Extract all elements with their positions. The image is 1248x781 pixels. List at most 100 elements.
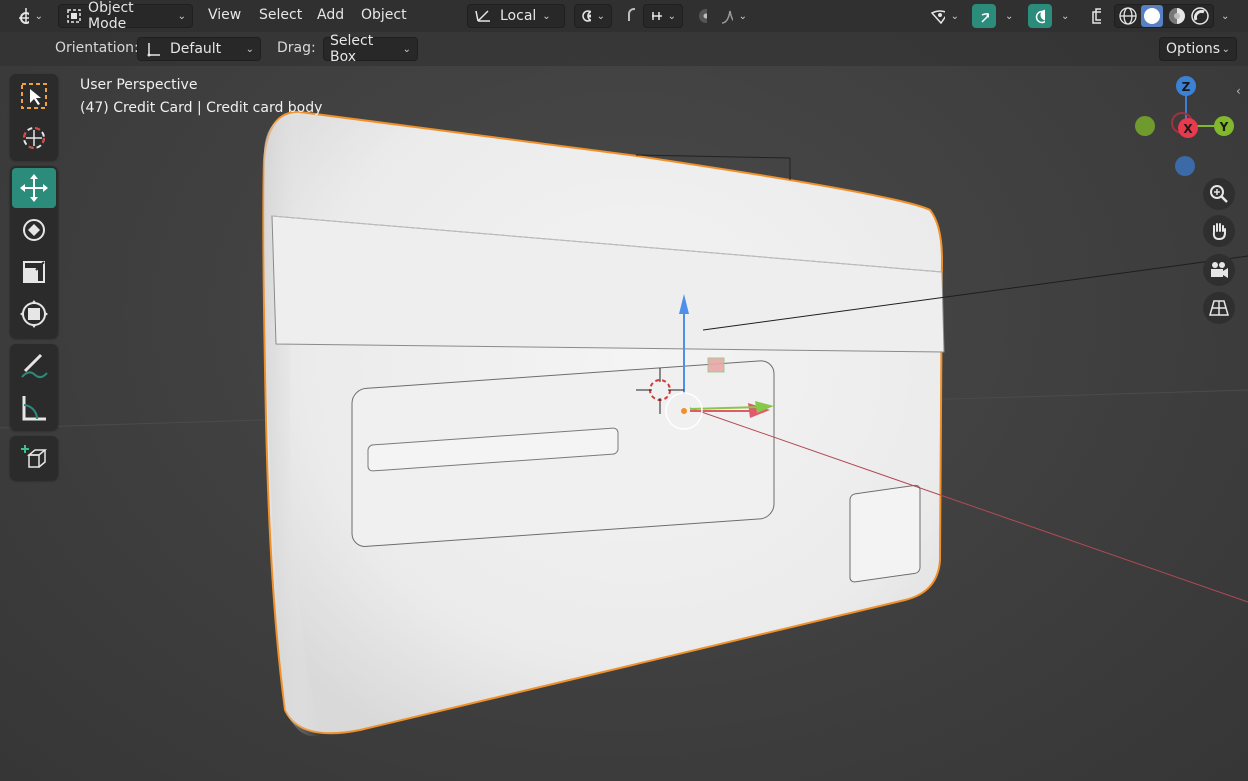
options-dropdown[interactable]: Options ⌄ (1159, 37, 1237, 61)
annotate-tool[interactable] (12, 346, 56, 386)
xray-toggle[interactable] (1084, 4, 1108, 28)
card-chip-square[interactable] (849, 484, 921, 583)
orientation-dropdown[interactable]: Default ⌄ (137, 37, 261, 61)
material-preview-shading-icon[interactable] (1167, 6, 1187, 26)
snap-toggle[interactable] (618, 4, 642, 28)
chevron-down-icon: ⌄ (1221, 10, 1230, 22)
gizmo-plane-handle[interactable] (707, 357, 725, 373)
falloff-dropdown[interactable]: ⌄ (714, 4, 754, 28)
perspective-label: User Perspective (80, 77, 198, 93)
proportional-editing-toggle[interactable] (690, 4, 714, 28)
overlay-dropdown[interactable]: ⌄ (1054, 4, 1078, 28)
pan-hand-icon[interactable] (1203, 215, 1235, 247)
cursor-icon (23, 127, 45, 149)
object-origin (681, 408, 687, 414)
measure-icon (22, 396, 46, 421)
object-mode-icon (67, 9, 81, 23)
falloff-curve-icon (721, 10, 733, 24)
snap-increment-icon (652, 12, 662, 20)
nav-x-label: X (1183, 122, 1193, 136)
visibility-icon (931, 10, 945, 25)
select-box-icon (21, 83, 47, 109)
move-tool[interactable] (12, 168, 56, 208)
editor-type-menu[interactable]: ⌄ (12, 4, 50, 28)
nav-neg-z[interactable] (1175, 156, 1195, 176)
pivot-point-icon (582, 10, 591, 22)
annotate-icon (21, 353, 48, 379)
global-orientation-icon (147, 43, 160, 57)
menu-view[interactable]: View (208, 7, 241, 23)
chevron-down-icon: ⌄ (950, 10, 959, 22)
snap-target-dropdown[interactable]: ⌄ (643, 4, 683, 28)
mode-selector[interactable]: Object Mode ⌄ (58, 0, 193, 32)
cursor-tool[interactable] (12, 118, 56, 158)
options-label: Options (1166, 41, 1221, 57)
solid-shading-icon (1144, 8, 1161, 24)
viewport-header: ⌄ Object Mode ⌄ View Select Add Object L… (0, 0, 1248, 32)
sidebar-toggle-icon[interactable]: ‹ (1236, 84, 1241, 98)
chevron-down-icon: ⌄ (738, 10, 747, 22)
transform-icon (20, 300, 48, 328)
perspective-grid-icon[interactable] (1203, 292, 1235, 324)
transform-orientation-dropdown[interactable]: Local ⌄ (467, 4, 565, 28)
snap-icon (628, 8, 635, 21)
editor-type-icon (19, 8, 29, 24)
scale-icon (23, 261, 45, 283)
rendered-shading-icon[interactable] (1190, 6, 1210, 26)
local-orientation-icon (475, 10, 490, 22)
scale-tool[interactable] (12, 252, 56, 292)
orientation-value: Default (170, 41, 222, 57)
menu-add[interactable]: Add (317, 7, 344, 23)
add-cube-icon (21, 445, 48, 468)
gizmo-icon (981, 13, 989, 23)
chevron-down-icon: ⌄ (245, 43, 254, 55)
drag-dropdown[interactable]: Select Box ⌄ (323, 33, 418, 65)
orientation-label: Orientation: (55, 40, 139, 56)
measure-tool[interactable] (12, 388, 56, 428)
menu-select[interactable]: Select (259, 7, 302, 23)
3d-viewport[interactable]: User Perspective (47) Credit Card | Cred… (0, 0, 1248, 781)
menu-object[interactable]: Object (361, 7, 407, 23)
overlay-icon (1035, 9, 1045, 24)
camera-view-icon[interactable] (1203, 254, 1235, 286)
proportional-editing-icon (699, 9, 707, 23)
nav-z-label: Z (1182, 80, 1191, 94)
rotate-tool[interactable] (12, 210, 56, 250)
chevron-down-icon: ⌄ (1221, 43, 1230, 55)
nav-y-label: Y (1219, 120, 1229, 134)
toolbar-annotate-group (10, 344, 58, 430)
shading-mode-group (1114, 4, 1214, 28)
viewport-scene[interactable] (0, 0, 1248, 781)
transform-orientation-value: Local (500, 8, 537, 24)
chevron-down-icon: ⌄ (177, 10, 186, 22)
navigation-gizmo[interactable]: Z Y X (1124, 72, 1242, 182)
gizmo-dropdown[interactable]: ⌄ (998, 4, 1022, 28)
wireframe-shading-icon[interactable] (1118, 6, 1138, 26)
chevron-down-icon: ⌄ (542, 10, 551, 22)
pivot-point-dropdown[interactable]: ⌄ (574, 4, 612, 28)
gizmo-toggle[interactable] (972, 4, 996, 28)
rotate-icon (23, 219, 45, 241)
toolbar-select-group (10, 74, 58, 160)
overlay-toggle[interactable] (1028, 4, 1052, 28)
drag-value: Select Box (330, 33, 374, 65)
select-box-tool[interactable] (12, 76, 56, 116)
zoom-icon[interactable] (1203, 178, 1235, 210)
add-cube-tool[interactable] (12, 438, 56, 478)
nav-neg-y[interactable] (1135, 116, 1155, 136)
shading-dropdown[interactable]: ⌄ (1214, 4, 1238, 28)
toolbar-add-group (10, 436, 58, 480)
toolbar-transform-group (10, 166, 58, 338)
xray-icon (1092, 8, 1101, 24)
chevron-down-icon: ⌄ (1061, 10, 1070, 22)
transform-tool[interactable] (12, 294, 56, 334)
chevron-down-icon: ⌄ (34, 10, 43, 22)
chevron-down-icon: ⌄ (1005, 10, 1014, 22)
move-icon (20, 174, 48, 202)
visibility-dropdown[interactable]: ⌄ (924, 4, 966, 28)
mode-label: Object Mode (88, 0, 134, 32)
chevron-down-icon: ⌄ (596, 10, 605, 22)
chevron-down-icon: ⌄ (667, 10, 676, 22)
chevron-down-icon: ⌄ (402, 43, 411, 55)
solid-shading-button[interactable] (1141, 5, 1164, 27)
